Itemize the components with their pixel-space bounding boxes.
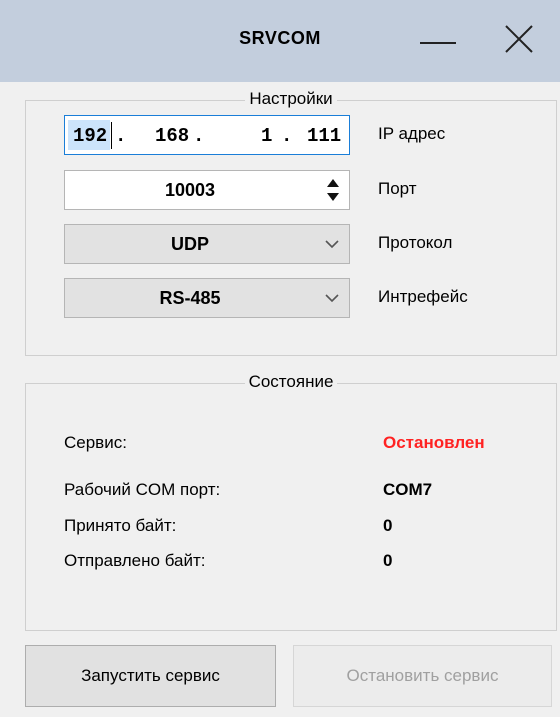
chevron-down-icon [325, 294, 339, 303]
stop-service-button[interactable]: Остановить сервис [293, 645, 552, 707]
protocol-dropdown[interactable]: UDP [64, 224, 350, 264]
ip-octet-4[interactable]: 111 [307, 125, 341, 147]
port-label: Порт [378, 179, 417, 198]
interface-label: Интрефейс [378, 287, 468, 306]
close-icon[interactable] [500, 20, 538, 58]
title-bar: SRVCOM [0, 0, 560, 82]
service-status-label: Сервис: [64, 433, 127, 452]
ip-address-input[interactable]: 192 . 168 . 1 . 111 [64, 115, 350, 155]
protocol-value: UDP [170, 234, 209, 254]
ip-dot: . [193, 125, 205, 147]
service-status-value: Остановлен [383, 433, 485, 452]
ip-octet-2[interactable]: 168 [155, 125, 189, 147]
interface-value: RS-485 [159, 288, 221, 308]
bytes-received-label: Принято байт: [64, 516, 177, 535]
interface-dropdown[interactable]: RS-485 [64, 278, 350, 318]
window-title: SRVCOM [239, 28, 321, 48]
com-port-label: Рабочий COM порт: [64, 480, 221, 499]
status-group-title: Состояние [244, 372, 338, 391]
ip-octet-3[interactable]: 1 [261, 125, 272, 147]
settings-group-title: Настройки [245, 89, 337, 108]
port-spinbox[interactable]: 10003 [64, 170, 350, 210]
ip-dot: . [115, 125, 127, 147]
chevron-down-icon [325, 240, 339, 249]
start-service-button[interactable]: Запустить сервис [25, 645, 276, 707]
ip-octet-1[interactable]: 192 [73, 125, 107, 147]
ip-dot: . [281, 125, 293, 147]
status-group: Состояние [25, 372, 557, 631]
minimize-icon[interactable] [420, 42, 456, 44]
ip-address-label: IP адрес [378, 124, 446, 143]
bytes-received-value: 0 [383, 516, 393, 535]
com-port-value: COM7 [383, 480, 433, 499]
bytes-sent-label: Отправлено байт: [64, 551, 206, 570]
protocol-label: Протокол [378, 233, 453, 252]
text-caret [111, 122, 112, 149]
spinner-arrows-icon[interactable] [325, 177, 341, 203]
port-value: 10003 [164, 180, 216, 200]
bytes-sent-value: 0 [383, 551, 393, 570]
